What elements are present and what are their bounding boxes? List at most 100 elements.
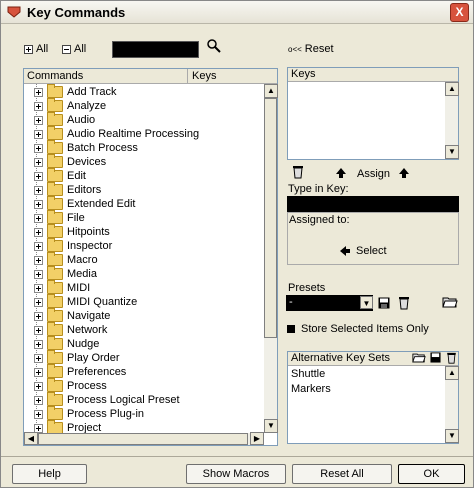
expand-icon[interactable] [34, 311, 43, 321]
keys-scroll-up[interactable]: ▲ [445, 82, 459, 96]
expand-icon[interactable] [34, 241, 43, 251]
expand-icon[interactable] [34, 157, 43, 167]
tree-item[interactable]: Extended Edit [34, 196, 136, 211]
tree-item-label: Devices [67, 156, 107, 168]
type-in-key-field[interactable] [287, 196, 459, 212]
expand-icon[interactable] [34, 199, 43, 209]
expand-icon[interactable] [34, 101, 43, 111]
alt-scroll-up[interactable]: ▲ [445, 366, 459, 380]
alt-set-item[interactable]: Shuttle [291, 368, 325, 380]
delete-key-icon[interactable] [292, 165, 304, 179]
tree-item[interactable]: Hitpoints [34, 224, 110, 239]
help-button[interactable]: Help [12, 464, 87, 484]
tree-item[interactable]: File [34, 210, 85, 225]
scroll-left-button[interactable]: ◀ [24, 432, 38, 445]
keys-scroll-down[interactable]: ▼ [445, 145, 459, 159]
expand-icon[interactable] [34, 87, 43, 97]
scroll-thumb[interactable] [264, 98, 277, 338]
expand-icon[interactable] [34, 227, 43, 237]
tree-item[interactable]: Navigate [34, 308, 110, 323]
expand-icon[interactable] [34, 297, 43, 307]
expand-icon[interactable] [34, 283, 43, 293]
expand-icon [24, 44, 33, 54]
scroll-down-button[interactable]: ▼ [264, 419, 278, 433]
tree-item[interactable]: Network [34, 322, 107, 337]
expand-icon[interactable] [34, 115, 43, 125]
tree-item[interactable]: Devices [34, 154, 107, 169]
presets-label: Presets [288, 282, 326, 294]
tree-item[interactable]: Macro [34, 252, 98, 267]
alt-open-folder-icon[interactable] [412, 352, 426, 363]
folder-icon [47, 224, 63, 238]
expand-icon[interactable] [34, 185, 43, 195]
expand-icon[interactable] [34, 381, 43, 391]
title-bar: Key Commands X [1, 1, 473, 24]
tree-item[interactable]: Inspector [34, 238, 112, 253]
tree-item-label: MIDI [67, 282, 91, 294]
expand-icon[interactable] [34, 143, 43, 153]
alt-save-icon[interactable] [430, 352, 441, 363]
column-keys[interactable]: Keys [192, 70, 216, 82]
expand-icon[interactable] [34, 339, 43, 349]
keys-vscrollbar[interactable]: ▲ ▼ [445, 82, 459, 159]
alt-scroll-down[interactable]: ▼ [445, 429, 459, 443]
alt-delete-icon[interactable] [446, 352, 457, 364]
expand-icon[interactable] [34, 213, 43, 223]
tree-item[interactable]: MIDI [34, 280, 91, 295]
ok-button[interactable]: OK [398, 464, 465, 484]
tree-item[interactable]: Add Track [34, 84, 117, 99]
tree-item[interactable]: Process Plug-in [34, 406, 144, 421]
expand-all-button[interactable]: All [24, 43, 48, 55]
store-selected-checkbox-row[interactable]: Store Selected Items Only [287, 323, 429, 335]
expand-icon[interactable] [34, 171, 43, 181]
tree-item[interactable]: Audio [34, 112, 95, 127]
folder-icon [47, 308, 63, 322]
tree-item[interactable]: Play Order [34, 350, 120, 365]
column-commands[interactable]: Commands [27, 70, 83, 82]
show-macros-button[interactable]: Show Macros [186, 464, 286, 484]
search-icon[interactable] [207, 39, 221, 53]
folder-icon [47, 322, 63, 336]
close-button[interactable]: X [450, 3, 469, 22]
commands-vscrollbar[interactable]: ▲ ▼ [264, 84, 278, 433]
tree-item[interactable]: Nudge [34, 336, 99, 351]
hscroll-thumb[interactable] [38, 433, 248, 445]
select-button[interactable]: Select [356, 245, 387, 257]
scroll-up-button[interactable]: ▲ [264, 84, 278, 98]
tree-item[interactable]: MIDI Quantize [34, 294, 137, 309]
alt-vscrollbar[interactable]: ▲ ▼ [445, 366, 459, 443]
expand-icon[interactable] [34, 325, 43, 335]
tree-item[interactable]: Process [34, 378, 107, 393]
reset-button[interactable]: o<< Reset [288, 43, 334, 55]
assign-label[interactable]: Assign [357, 168, 390, 180]
alt-set-item[interactable]: Markers [291, 383, 331, 395]
expand-icon[interactable] [34, 129, 43, 139]
tree-item[interactable]: Analyze [34, 98, 106, 113]
tree-item[interactable]: Process Logical Preset [34, 392, 180, 407]
expand-icon[interactable] [34, 255, 43, 265]
tree-item[interactable]: Editors [34, 182, 101, 197]
tree-item[interactable]: Media [34, 266, 97, 281]
scroll-right-button[interactable]: ▶ [250, 432, 264, 445]
chevron-down-icon[interactable]: ▼ [360, 296, 373, 309]
tree-item-label: Play Order [67, 352, 120, 364]
expand-icon[interactable] [34, 269, 43, 279]
expand-icon[interactable] [34, 353, 43, 363]
save-preset-icon[interactable] [378, 297, 390, 309]
tree-item[interactable]: Preferences [34, 364, 126, 379]
store-selected-checkbox[interactable] [287, 325, 295, 333]
reset-all-button[interactable]: Reset All [292, 464, 392, 484]
presets-select[interactable]: - ▼ [286, 295, 373, 311]
search-input[interactable] [112, 41, 199, 58]
tree-item[interactable]: Batch Process [34, 140, 138, 155]
commands-header: Commands Keys [24, 69, 277, 84]
open-folder-icon[interactable] [442, 296, 458, 308]
commands-hscrollbar[interactable]: ◀ ▶ [24, 432, 264, 445]
delete-preset-icon[interactable] [398, 296, 410, 310]
expand-icon[interactable] [34, 367, 43, 377]
tree-item[interactable]: Edit [34, 168, 86, 183]
expand-icon[interactable] [34, 409, 43, 419]
collapse-all-button[interactable]: All [62, 43, 86, 55]
expand-icon[interactable] [34, 395, 43, 405]
tree-item[interactable]: Audio Realtime Processing [34, 126, 199, 141]
